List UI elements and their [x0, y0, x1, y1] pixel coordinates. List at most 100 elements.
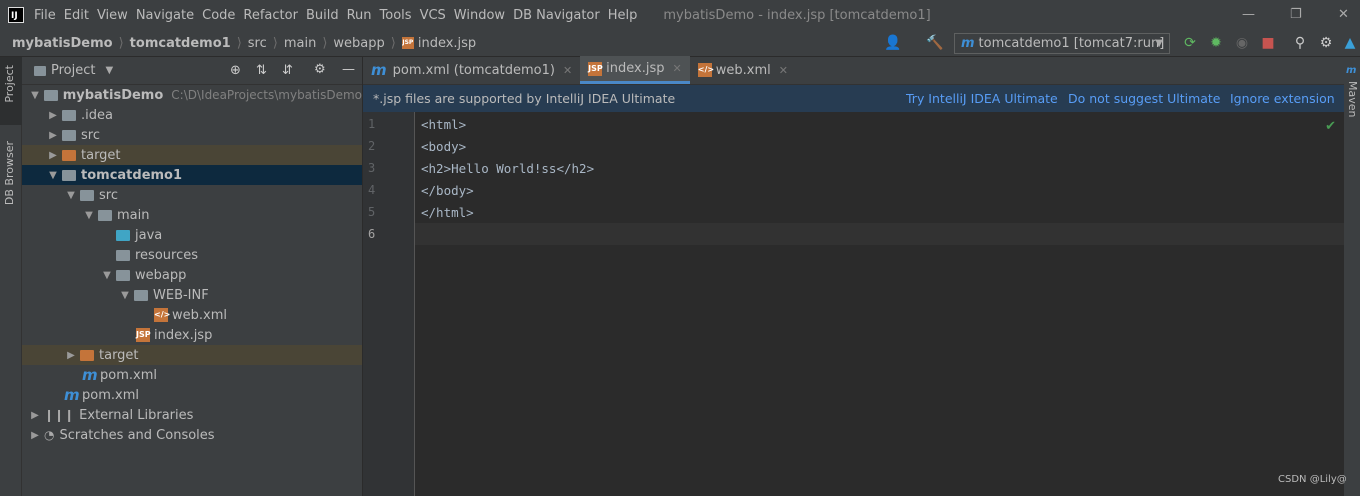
chevron-down-icon[interactable]: ▼	[100, 270, 114, 281]
menu-vcs[interactable]: VCS	[420, 8, 446, 23]
close-icon[interactable]: ✕	[673, 62, 682, 75]
tree-item-idea[interactable]: ▶ .idea	[22, 105, 362, 125]
stop-icon[interactable]: ■	[1260, 35, 1276, 51]
menu-tools[interactable]: Tools	[380, 8, 412, 23]
maven-tool-tab[interactable]: Maven	[1346, 81, 1359, 117]
do-not-suggest-link[interactable]: Do not suggest Ultimate	[1068, 91, 1221, 106]
tree-item-label: main	[117, 207, 150, 223]
chevron-right-icon[interactable]: ▶	[64, 350, 78, 361]
menu-window[interactable]: Window	[454, 8, 505, 23]
menu-build[interactable]: Build	[306, 8, 339, 23]
collapse-all-icon[interactable]: ⇵	[282, 63, 293, 78]
menu-edit[interactable]: Edit	[64, 8, 89, 23]
code-line: <body>	[421, 139, 467, 154]
minimize-icon[interactable]: —	[1242, 7, 1255, 22]
folder-icon	[134, 289, 148, 301]
banner-message: *.jsp files are supported by IntelliJ ID…	[373, 91, 676, 106]
tab-web-xml[interactable]: </> web.xml ✕	[690, 56, 796, 84]
line-number: 2	[368, 139, 376, 153]
run-configuration-select[interactable]: m tomcatdemo1 [tomcat7:run] ▼	[954, 33, 1170, 54]
chevron-down-icon[interactable]: ▼	[118, 290, 132, 301]
menu-navigate[interactable]: Navigate	[136, 8, 194, 23]
tree-item-label: pom.xml	[82, 387, 139, 403]
jsp-file-icon: JSP	[401, 37, 414, 49]
expand-all-icon[interactable]: ⇅	[256, 63, 267, 78]
close-icon[interactable]: ✕	[779, 64, 788, 77]
menu-db-navigator[interactable]: DB Navigator	[513, 8, 600, 23]
jsp-file-icon: JSP	[588, 61, 603, 76]
coverage-icon[interactable]: ◉	[1234, 35, 1250, 51]
tab-label: index.jsp	[606, 61, 665, 76]
menu-code[interactable]: Code	[202, 8, 235, 23]
chevron-right-icon[interactable]: ▶	[28, 410, 42, 421]
chevron-right-icon[interactable]: ▶	[46, 130, 60, 141]
chevron-down-icon[interactable]: ▼	[64, 190, 78, 201]
try-ultimate-link[interactable]: Try IntelliJ IDEA Ultimate	[906, 91, 1058, 106]
tab-index-jsp[interactable]: JSP index.jsp ✕	[580, 56, 690, 84]
tree-item-scratches[interactable]: ▶ ◔ Scratches and Consoles	[22, 425, 362, 445]
jsp-file-icon: JSP	[136, 328, 151, 342]
maximize-icon[interactable]: ❐	[1290, 7, 1302, 22]
gear-icon[interactable]: ⚙	[1318, 35, 1334, 51]
tree-item-external-libraries[interactable]: ▶ ❙❙❙ External Libraries	[22, 405, 362, 425]
project-pane-title[interactable]: Project	[51, 63, 95, 78]
tree-item-src[interactable]: ▶ src	[22, 125, 362, 145]
close-icon[interactable]: ✕	[1338, 7, 1349, 22]
tree-item-web-inf[interactable]: ▼ WEB-INF	[22, 285, 362, 305]
tree-item-label: .idea	[81, 107, 113, 123]
chevron-down-icon[interactable]: ▼	[46, 170, 60, 181]
xml-file-icon: </>	[154, 308, 170, 322]
tree-item-main[interactable]: ▼ main	[22, 205, 362, 225]
jetbrains-toolbox-icon[interactable]: ▲	[1342, 35, 1358, 51]
tree-item-web-xml[interactable]: </> web.xml	[22, 305, 362, 325]
chevron-down-icon[interactable]: ▼	[28, 90, 42, 101]
chevron-right-icon[interactable]: ▶	[28, 430, 42, 441]
tree-item-label: mybatisDemo	[62, 87, 164, 103]
tree-item-webapp[interactable]: ▼ webapp	[22, 265, 362, 285]
menu-file[interactable]: File	[34, 8, 56, 23]
menu-view[interactable]: View	[97, 8, 128, 23]
user-icon[interactable]: 👤	[884, 35, 901, 51]
menu-help[interactable]: Help	[608, 8, 638, 23]
build-hammer-icon[interactable]: 🔨	[926, 35, 943, 51]
ignore-extension-link[interactable]: Ignore extension	[1230, 91, 1335, 106]
menu-refactor[interactable]: Refactor	[243, 8, 298, 23]
breadcrumb-webapp[interactable]: webapp	[333, 36, 384, 51]
tree-item-pom-xml[interactable]: m pom.xml	[22, 385, 362, 405]
tab-pom-xml[interactable]: m pom.xml (tomcatdemo1) ✕	[363, 56, 580, 84]
tree-item-index-jsp[interactable]: JSP index.jsp	[22, 325, 362, 345]
project-tool-tab[interactable]: Project	[3, 65, 16, 103]
breadcrumb-src[interactable]: src	[248, 36, 267, 51]
chevron-right-icon[interactable]: ▶	[46, 110, 60, 121]
title-bar: IJ File Edit View Navigate Code Refactor…	[0, 0, 1360, 30]
debug-bug-icon[interactable]: ✹	[1208, 35, 1224, 51]
tree-item-pom-xml[interactable]: m pom.xml	[22, 365, 362, 385]
tree-item-src[interactable]: ▼ src	[22, 185, 362, 205]
excluded-folder-icon	[62, 149, 76, 161]
tree-item-resources[interactable]: resources	[22, 245, 362, 265]
chevron-down-icon[interactable]: ▼	[82, 210, 96, 221]
tree-item-tomcatdemo1[interactable]: ▼ tomcatdemo1	[22, 165, 362, 185]
window-title: mybatisDemo - index.jsp [tomcatdemo1]	[663, 7, 931, 23]
chevron-right-icon[interactable]: ▶	[46, 150, 60, 161]
breadcrumb-file[interactable]: index.jsp	[418, 36, 476, 51]
locate-icon[interactable]: ⊕	[230, 63, 241, 78]
tree-item-target[interactable]: ▶ target	[22, 345, 362, 365]
hide-icon[interactable]: —	[342, 62, 355, 77]
breadcrumb-main[interactable]: main	[284, 36, 316, 51]
tree-item-mybatisDemo[interactable]: ▼ mybatisDemo C:\D\IdeaProjects\mybatisD…	[22, 85, 362, 105]
menu-run[interactable]: Run	[347, 8, 372, 23]
search-icon[interactable]: ⚲	[1292, 35, 1308, 51]
breadcrumb-project[interactable]: mybatisDemo	[12, 36, 113, 51]
tree-item-target[interactable]: ▶ target	[22, 145, 362, 165]
tab-label: web.xml	[715, 62, 771, 78]
scratches-icon: ◔	[44, 428, 55, 442]
editor-area: m pom.xml (tomcatdemo1) ✕ JSP index.jsp …	[363, 56, 1344, 496]
tree-item-java[interactable]: java	[22, 225, 362, 245]
chevron-down-icon[interactable]: ▼	[105, 65, 113, 76]
db-browser-tool-tab[interactable]: DB Browser	[3, 141, 16, 205]
breadcrumb-module[interactable]: tomcatdemo1	[130, 36, 231, 51]
close-icon[interactable]: ✕	[563, 64, 572, 77]
rerun-icon[interactable]: ⟳	[1182, 35, 1198, 51]
gear-icon[interactable]: ⚙	[314, 62, 326, 77]
